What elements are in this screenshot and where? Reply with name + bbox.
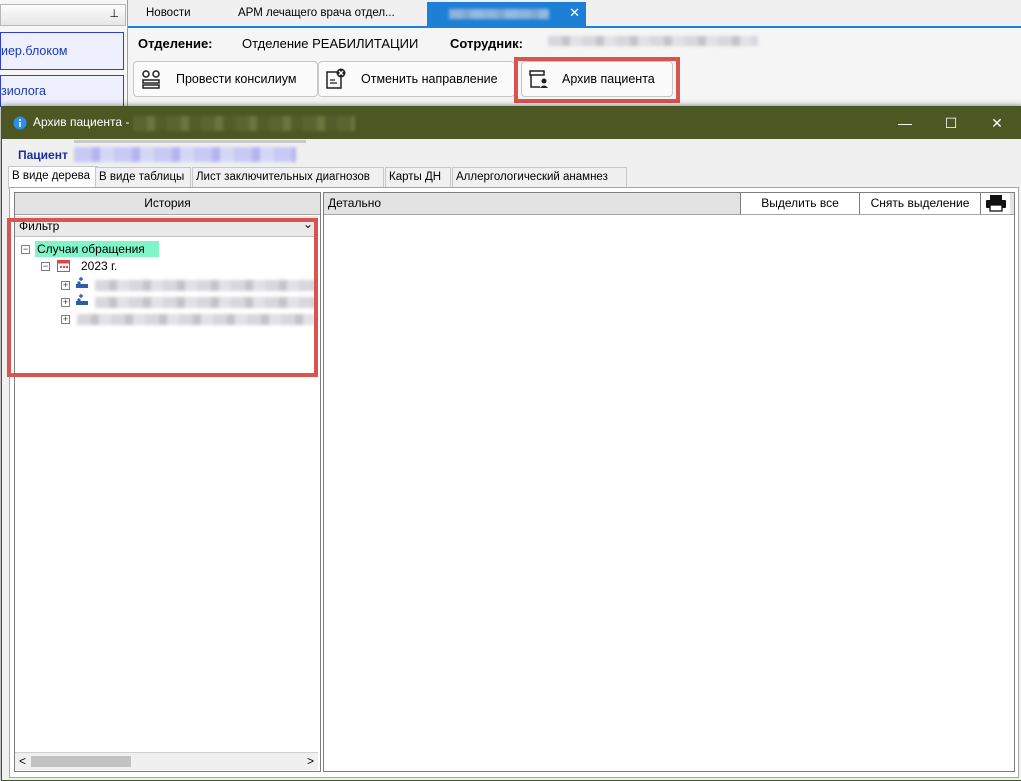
deselect-button[interactable]: Снять выделение — [859, 193, 980, 214]
select-all-label: Выделить все — [761, 196, 839, 210]
tab-label: Лист заключительных диагнозов — [196, 171, 370, 183]
pin-icon[interactable]: ⊥ — [109, 7, 119, 20]
patient-label: Пациент — [18, 148, 68, 162]
close-button[interactable]: ✕ — [974, 107, 1020, 139]
deselect-label: Снять выделение — [870, 196, 970, 210]
highlight-archive-button — [514, 57, 680, 103]
detail-pane: Детально Выделить все Снять выделение — [323, 192, 1015, 772]
patient-underline — [74, 140, 306, 143]
tab-news[interactable]: Новости — [146, 3, 206, 24]
dialog-title-redacted — [133, 116, 355, 131]
info-icon — [13, 116, 27, 130]
scroll-left-icon[interactable]: < — [19, 754, 26, 768]
left-item-1[interactable]: иер.блоком — [0, 32, 124, 70]
horizontal-scrollbar[interactable]: < > — [15, 752, 318, 770]
history-header: История — [15, 193, 320, 215]
department-label: Отделение: — [138, 36, 213, 51]
maximize-button[interactable]: ☐ — [928, 107, 974, 139]
tab-label: Новости — [146, 7, 191, 19]
highlight-history-tree — [7, 218, 318, 377]
select-all-button[interactable]: Выделить все — [740, 193, 859, 214]
consilium-label: Провести консилиум — [176, 72, 297, 86]
cancel-referral-icon — [326, 68, 346, 89]
print-button[interactable] — [980, 193, 1010, 214]
history-header-label: История — [144, 196, 191, 210]
detail-header-label: Детально — [328, 196, 381, 210]
patient-name-redacted — [74, 147, 296, 162]
tab-label: В виде таблицы — [99, 171, 185, 183]
close-icon[interactable]: ✕ — [569, 2, 580, 23]
tab-patient[interactable]: ✕ — [427, 2, 586, 26]
tab-tree-view[interactable]: В виде дерева — [8, 166, 98, 189]
dialog-title: Архив пациента - — [33, 115, 130, 129]
left-item-2[interactable]: зиолога — [0, 75, 124, 107]
group-icon — [142, 70, 160, 89]
dialog-titlebar[interactable]: Архив пациента - — ☐ ✕ — [2, 107, 1021, 139]
tab-label: Карты ДН — [389, 171, 442, 183]
minimize-button[interactable]: — — [882, 107, 928, 139]
document-tabs: Новости АРМ лечащего врача отдел... ✕ — [128, 0, 1021, 28]
cancel-referral-button[interactable]: Отменить направление — [318, 61, 515, 97]
tab-arm[interactable]: АРМ лечащего врача отдел... — [238, 3, 418, 24]
tab-label: Аллергологический анамнез — [456, 171, 608, 183]
employee-name-redacted — [548, 36, 758, 46]
left-panel-header: ⊥ — [0, 4, 126, 26]
scrollbar-thumb[interactable] — [31, 756, 131, 767]
scroll-right-icon[interactable]: > — [307, 754, 314, 768]
left-item-label: зиолога — [1, 84, 47, 98]
tab-dn-cards[interactable]: Карты ДН — [385, 167, 451, 188]
tab-table-view[interactable]: В виде таблицы — [95, 167, 191, 188]
tab-label: В виде дерева — [12, 170, 90, 182]
tab-final-diagnoses[interactable]: Лист заключительных диагнозов — [192, 167, 384, 188]
department-value: Отделение РЕАБИЛИТАЦИИ — [242, 36, 419, 51]
tab-allergy-history[interactable]: Аллергологический анамнез — [452, 167, 627, 188]
cancel-referral-label: Отменить направление — [361, 72, 498, 86]
tab-label: АРМ лечащего врача отдел... — [238, 7, 395, 19]
detail-header: Детально Выделить все Снять выделение — [324, 193, 1014, 215]
left-item-label: иер.блоком — [1, 44, 68, 58]
consilium-button[interactable]: Провести консилиум — [133, 61, 318, 97]
employee-label: Сотрудник: — [450, 36, 523, 51]
patient-archive-dialog: Архив пациента - — ☐ ✕ Пациент В виде де… — [1, 106, 1021, 781]
printer-icon — [985, 195, 1006, 212]
